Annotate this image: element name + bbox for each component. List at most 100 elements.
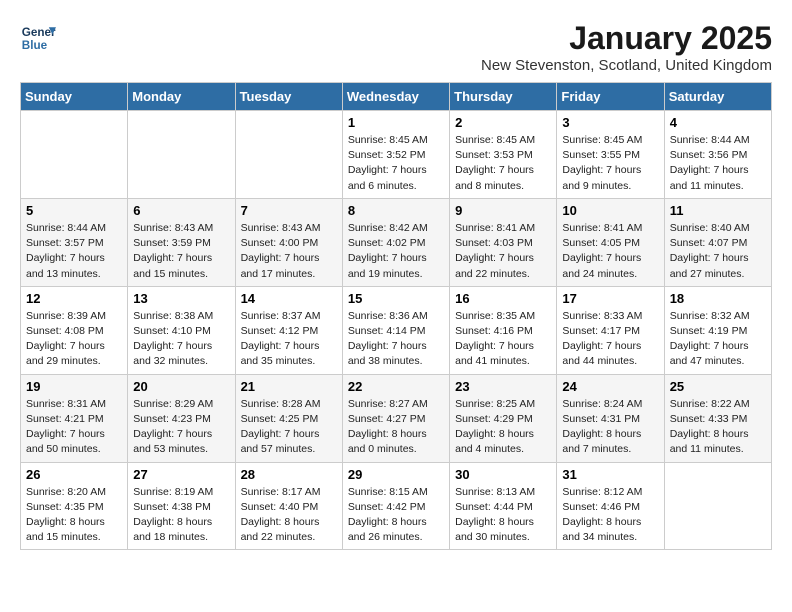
- header-sunday: Sunday: [21, 83, 128, 111]
- cell-info: Sunrise: 8:32 AMSunset: 4:19 PMDaylight:…: [670, 309, 766, 370]
- cell-info: Sunrise: 8:36 AMSunset: 4:14 PMDaylight:…: [348, 309, 444, 370]
- cell-4-5: 23 Sunrise: 8:25 AMSunset: 4:29 PMDayligh…: [450, 374, 557, 462]
- cell-2-6: 10Sunrise: 8:41 AMSunset: 4:05 PMDayligh…: [557, 198, 664, 286]
- cell-3-3: 14 Sunrise: 8:37 AMSunset: 4:12 PMDayligh…: [235, 286, 342, 374]
- cell-5-4: 29 Sunrise: 8:15 AMSunset: 4:42 PMDayligh…: [342, 462, 449, 550]
- cell-info: Sunrise: 8:43 AMSunset: 4:00 PMDaylight:…: [241, 221, 337, 282]
- day-number: 21: [241, 379, 337, 394]
- day-number: 2: [455, 115, 551, 130]
- cell-5-3: 28 Sunrise: 8:17 AMSunset: 4:40 PMDayligh…: [235, 462, 342, 550]
- cell-3-6: 17Sunrise: 8:33 AMSunset: 4:17 PMDayligh…: [557, 286, 664, 374]
- cell-2-7: 11 Sunrise: 8:40 AMSunset: 4:07 PMDayligh…: [664, 198, 771, 286]
- cell-info: Sunrise: 8:25 AMSunset: 4:29 PMDaylight:…: [455, 397, 551, 458]
- day-number: 22: [348, 379, 444, 394]
- cell-info: Sunrise: 8:40 AMSunset: 4:07 PMDaylight:…: [670, 221, 766, 282]
- cell-info: Sunrise: 8:31 AMSunset: 4:21 PMDaylight:…: [26, 397, 122, 458]
- day-number: 19: [26, 379, 122, 394]
- cell-5-2: 27 Sunrise: 8:19 AMSunset: 4:38 PMDayligh…: [128, 462, 235, 550]
- title-block: January 2025 New Stevenston, Scotland, U…: [481, 20, 772, 74]
- day-number: 16: [455, 291, 551, 306]
- day-number: 28: [241, 467, 337, 482]
- cell-4-6: 24 Sunrise: 8:24 AMSunset: 4:31 PMDayligh…: [557, 374, 664, 462]
- svg-text:Blue: Blue: [22, 39, 48, 52]
- day-number: 17: [562, 291, 658, 306]
- day-number: 6: [133, 203, 229, 218]
- day-number: 4: [670, 115, 766, 130]
- day-number: 15: [348, 291, 444, 306]
- cell-info: Sunrise: 8:27 AMSunset: 4:27 PMDaylight:…: [348, 397, 444, 458]
- cell-2-3: 7 Sunrise: 8:43 AMSunset: 4:00 PMDaylight…: [235, 198, 342, 286]
- cell-info: Sunrise: 8:15 AMSunset: 4:42 PMDaylight:…: [348, 485, 444, 546]
- cell-4-4: 22 Sunrise: 8:27 AMSunset: 4:27 PMDayligh…: [342, 374, 449, 462]
- cell-info: Sunrise: 8:37 AMSunset: 4:12 PMDaylight:…: [241, 309, 337, 370]
- day-number: 3: [562, 115, 658, 130]
- cell-5-7: [664, 462, 771, 550]
- calendar-table: Sunday Monday Tuesday Wednesday Thursday…: [20, 82, 772, 550]
- day-number: 25: [670, 379, 766, 394]
- header-monday: Monday: [128, 83, 235, 111]
- header-wednesday: Wednesday: [342, 83, 449, 111]
- cell-3-7: 18 Sunrise: 8:32 AMSunset: 4:19 PMDayligh…: [664, 286, 771, 374]
- header-saturday: Saturday: [664, 83, 771, 111]
- cell-4-1: 19 Sunrise: 8:31 AMSunset: 4:21 PMDayligh…: [21, 374, 128, 462]
- cell-1-1: [21, 111, 128, 199]
- cell-info: Sunrise: 8:17 AMSunset: 4:40 PMDaylight:…: [241, 485, 337, 546]
- cell-3-2: 13Sunrise: 8:38 AMSunset: 4:10 PMDayligh…: [128, 286, 235, 374]
- cell-info: Sunrise: 8:38 AMSunset: 4:10 PMDaylight:…: [133, 309, 229, 370]
- header-friday: Friday: [557, 83, 664, 111]
- cell-info: Sunrise: 8:42 AMSunset: 4:02 PMDaylight:…: [348, 221, 444, 282]
- day-number: 12: [26, 291, 122, 306]
- cell-info: Sunrise: 8:41 AMSunset: 4:03 PMDaylight:…: [455, 221, 551, 282]
- cell-2-2: 6 Sunrise: 8:43 AMSunset: 3:59 PMDaylight…: [128, 198, 235, 286]
- cell-5-1: 26Sunrise: 8:20 AMSunset: 4:35 PMDayligh…: [21, 462, 128, 550]
- cell-info: Sunrise: 8:13 AMSunset: 4:44 PMDaylight:…: [455, 485, 551, 546]
- cell-1-6: 3 Sunrise: 8:45 AMSunset: 3:55 PMDaylight…: [557, 111, 664, 199]
- cell-3-4: 15 Sunrise: 8:36 AMSunset: 4:14 PMDayligh…: [342, 286, 449, 374]
- month-title: January 2025: [481, 20, 772, 57]
- cell-info: Sunrise: 8:44 AMSunset: 3:57 PMDaylight:…: [26, 221, 122, 282]
- cell-4-7: 25 Sunrise: 8:22 AMSunset: 4:33 PMDayligh…: [664, 374, 771, 462]
- cell-1-3: [235, 111, 342, 199]
- day-number: 20: [133, 379, 229, 394]
- cell-info: Sunrise: 8:43 AMSunset: 3:59 PMDaylight:…: [133, 221, 229, 282]
- week-row-2: 5 Sunrise: 8:44 AMSunset: 3:57 PMDaylight…: [21, 198, 772, 286]
- logo-icon: General Blue: [20, 20, 56, 56]
- day-number: 1: [348, 115, 444, 130]
- cell-info: Sunrise: 8:45 AMSunset: 3:52 PMDaylight:…: [348, 133, 444, 194]
- day-number: 18: [670, 291, 766, 306]
- day-number: 11: [670, 203, 766, 218]
- cell-1-7: 4Sunrise: 8:44 AMSunset: 3:56 PMDaylight…: [664, 111, 771, 199]
- day-number: 14: [241, 291, 337, 306]
- day-number: 24: [562, 379, 658, 394]
- cell-info: Sunrise: 8:22 AMSunset: 4:33 PMDaylight:…: [670, 397, 766, 458]
- cell-2-4: 8Sunrise: 8:42 AMSunset: 4:02 PMDaylight…: [342, 198, 449, 286]
- day-number: 30: [455, 467, 551, 482]
- day-number: 7: [241, 203, 337, 218]
- cell-5-6: 31Sunrise: 8:12 AMSunset: 4:46 PMDayligh…: [557, 462, 664, 550]
- cell-info: Sunrise: 8:24 AMSunset: 4:31 PMDaylight:…: [562, 397, 658, 458]
- weekday-header-row: Sunday Monday Tuesday Wednesday Thursday…: [21, 83, 772, 111]
- cell-info: Sunrise: 8:45 AMSunset: 3:53 PMDaylight:…: [455, 133, 551, 194]
- week-row-4: 19 Sunrise: 8:31 AMSunset: 4:21 PMDayligh…: [21, 374, 772, 462]
- page-header: General Blue January 2025 New Stevenston…: [20, 20, 772, 74]
- cell-2-1: 5 Sunrise: 8:44 AMSunset: 3:57 PMDaylight…: [21, 198, 128, 286]
- day-number: 23: [455, 379, 551, 394]
- cell-info: Sunrise: 8:19 AMSunset: 4:38 PMDaylight:…: [133, 485, 229, 546]
- header-thursday: Thursday: [450, 83, 557, 111]
- header-tuesday: Tuesday: [235, 83, 342, 111]
- location: New Stevenston, Scotland, United Kingdom: [481, 57, 772, 74]
- cell-4-3: 21 Sunrise: 8:28 AMSunset: 4:25 PMDayligh…: [235, 374, 342, 462]
- day-number: 27: [133, 467, 229, 482]
- cell-1-5: 2 Sunrise: 8:45 AMSunset: 3:53 PMDaylight…: [450, 111, 557, 199]
- cell-info: Sunrise: 8:29 AMSunset: 4:23 PMDaylight:…: [133, 397, 229, 458]
- cell-1-4: 1 Sunrise: 8:45 AMSunset: 3:52 PMDaylight…: [342, 111, 449, 199]
- week-row-5: 26Sunrise: 8:20 AMSunset: 4:35 PMDayligh…: [21, 462, 772, 550]
- cell-info: Sunrise: 8:45 AMSunset: 3:55 PMDaylight:…: [562, 133, 658, 194]
- week-row-3: 12Sunrise: 8:39 AMSunset: 4:08 PMDayligh…: [21, 286, 772, 374]
- cell-1-2: [128, 111, 235, 199]
- day-number: 5: [26, 203, 122, 218]
- day-number: 29: [348, 467, 444, 482]
- cell-info: Sunrise: 8:20 AMSunset: 4:35 PMDaylight:…: [26, 485, 122, 546]
- cell-info: Sunrise: 8:12 AMSunset: 4:46 PMDaylight:…: [562, 485, 658, 546]
- cell-info: Sunrise: 8:28 AMSunset: 4:25 PMDaylight:…: [241, 397, 337, 458]
